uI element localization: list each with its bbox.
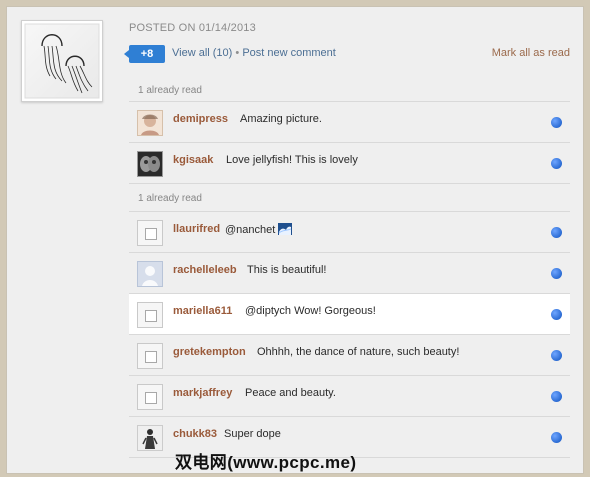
comment-text: @diptych Wow! Gorgeous! bbox=[245, 305, 376, 317]
avatar[interactable] bbox=[137, 110, 163, 136]
comment-text: @nanchet bbox=[225, 223, 293, 236]
posted-date: POSTED ON 01/14/2013 bbox=[129, 22, 256, 34]
unread-dot-icon[interactable] bbox=[551, 158, 562, 169]
unread-dot-icon[interactable] bbox=[551, 268, 562, 279]
avatar-broken-image-icon[interactable] bbox=[137, 343, 163, 369]
avatar[interactable] bbox=[137, 425, 163, 451]
separator: • bbox=[235, 47, 240, 59]
already-read-label-1: 1 already read bbox=[138, 85, 202, 96]
comment-row: rachelleleeb This is beautiful! bbox=[129, 253, 570, 294]
username[interactable]: mariella611 bbox=[173, 305, 232, 317]
comment-row: gretekempton Ohhhh, the dance of nature,… bbox=[129, 335, 570, 376]
unread-dot-icon[interactable] bbox=[551, 432, 562, 443]
avatar-photo bbox=[138, 152, 162, 176]
avatar-silhouette bbox=[138, 262, 162, 286]
unread-dot-icon[interactable] bbox=[551, 391, 562, 402]
comment-row: markjaffrey Peace and beauty. bbox=[129, 376, 570, 417]
username[interactable]: gretekempton bbox=[173, 346, 246, 358]
jellyfish-image bbox=[24, 23, 100, 99]
username[interactable]: rachelleleeb bbox=[173, 264, 237, 276]
notification-card: POSTED ON 01/14/2013 +8 View all (10) • … bbox=[6, 6, 584, 474]
unread-dot-icon[interactable] bbox=[551, 117, 562, 128]
watermark-text: 双电网(www.pcpc.me) bbox=[175, 453, 357, 472]
comment-text: Super dope bbox=[224, 428, 281, 440]
avatar-broken-image-icon[interactable] bbox=[137, 302, 163, 328]
avatar[interactable] bbox=[137, 151, 163, 177]
unread-dot-icon[interactable] bbox=[551, 350, 562, 361]
post-new-comment-link[interactable]: Post new comment bbox=[242, 47, 336, 59]
username[interactable]: demipress bbox=[173, 113, 228, 125]
avatar-photo bbox=[138, 111, 162, 135]
comment-text: This is beautiful! bbox=[247, 264, 327, 276]
comment-actions: View all (10) • Post new comment bbox=[172, 47, 336, 59]
username[interactable]: chukk83 bbox=[173, 428, 217, 440]
mark-all-read-link[interactable]: Mark all as read bbox=[492, 47, 570, 59]
unread-dot-icon[interactable] bbox=[551, 227, 562, 238]
already-read-label-2: 1 already read bbox=[138, 193, 202, 204]
comment-text: Love jellyfish! This is lovely bbox=[226, 154, 358, 166]
post-thumbnail[interactable] bbox=[21, 20, 103, 102]
username[interactable]: llaurifred bbox=[173, 223, 220, 235]
unread-dot-icon[interactable] bbox=[551, 309, 562, 320]
username[interactable]: markjaffrey bbox=[173, 387, 232, 399]
comment-row: kgisaak Love jellyfish! This is lovely bbox=[129, 143, 570, 184]
new-count-badge: +8 bbox=[124, 45, 165, 63]
username[interactable]: kgisaak bbox=[173, 154, 213, 166]
view-all-link[interactable]: View all (10) bbox=[172, 47, 232, 59]
comment-row: demipress Amazing picture. bbox=[129, 102, 570, 143]
comment-text: Peace and beauty. bbox=[245, 387, 336, 399]
comment-row: llaurifred @nanchet bbox=[129, 212, 570, 253]
avatar-photo bbox=[138, 426, 162, 450]
comment-row-highlighted: mariella611 @diptych Wow! Gorgeous! bbox=[129, 294, 570, 335]
comment-text: Amazing picture. bbox=[240, 113, 322, 125]
wave-emoji-icon bbox=[278, 223, 293, 236]
avatar-broken-image-icon[interactable] bbox=[137, 220, 163, 246]
comment-text: Ohhhh, the dance of nature, such beauty! bbox=[257, 346, 460, 358]
avatar-broken-image-icon[interactable] bbox=[137, 384, 163, 410]
default-avatar-icon[interactable] bbox=[137, 261, 163, 287]
